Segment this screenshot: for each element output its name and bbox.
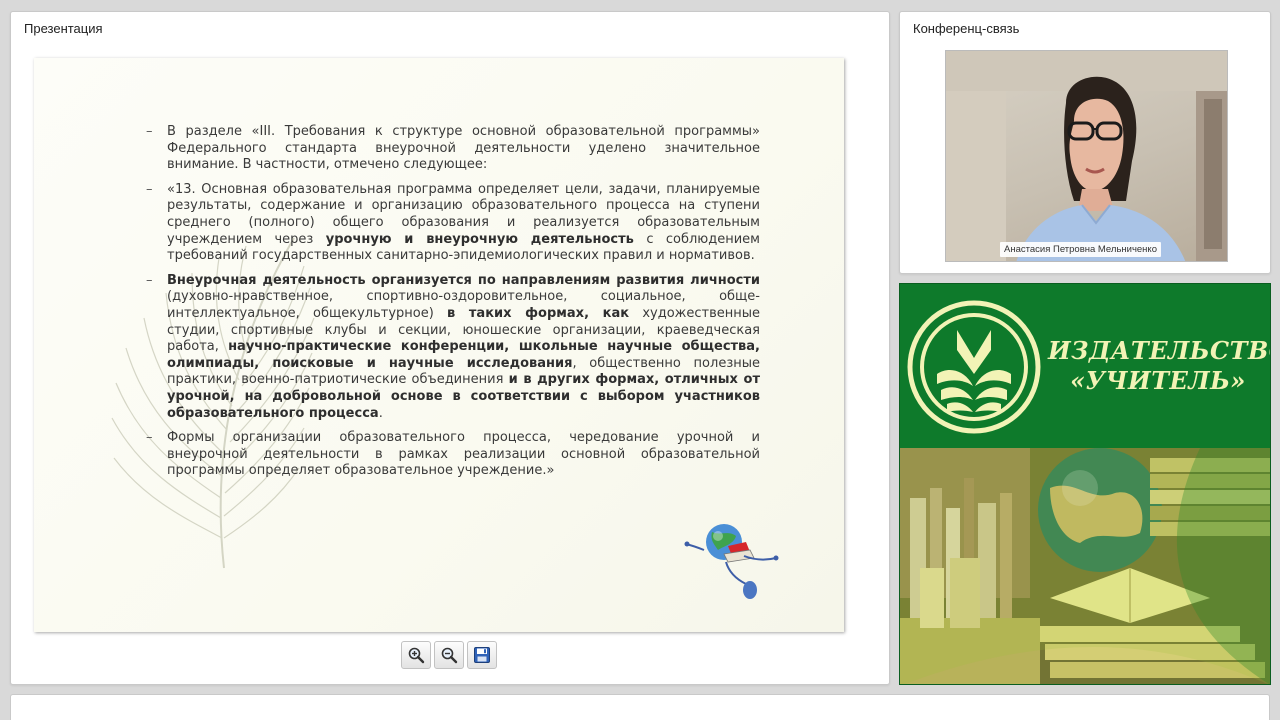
bottom-panel: [10, 694, 1270, 720]
publisher-name-line-2: «УЧИТЕЛЬ»: [1070, 366, 1246, 395]
slide-bullet-1: В разделе «III. Требования к структуре о…: [146, 124, 760, 174]
publisher-name-line-1: ИЗДАТЕЛЬСТВО: [1048, 336, 1271, 365]
zoom-in-icon: [408, 647, 425, 664]
presentation-panel-title: Презентация: [24, 21, 103, 36]
bullet-4-text: Формы организации образовательного проце…: [167, 430, 760, 479]
banner-header: ИЗДАТЕЛЬСТВО «УЧИТЕЛЬ»: [900, 284, 1271, 448]
webcam-person-image: [946, 51, 1227, 261]
publisher-name: ИЗДАТЕЛЬСТВО «УЧИТЕЛЬ»: [1048, 336, 1271, 396]
bullet-3-bold-a: Внеурочная деятельность организуется по …: [167, 272, 760, 288]
slide-text: В разделе «III. Требования к структуре о…: [146, 124, 760, 488]
books-and-globe-image: [900, 448, 1270, 684]
zoom-in-button[interactable]: [401, 641, 431, 669]
slide-bullet-2: «13. Основная образовательная программа …: [146, 182, 760, 265]
presentation-slide: В разделе «III. Требования к структуре о…: [34, 58, 844, 632]
save-icon: [474, 647, 490, 663]
publisher-banner[interactable]: ИЗДАТЕЛЬСТВО «УЧИТЕЛЬ»: [899, 283, 1271, 685]
save-button[interactable]: [467, 641, 497, 669]
bullet-2-bold-a: урочную и внеурочную деятельность: [325, 231, 634, 247]
webcam-video: Анастасия Петровна Мельниченко: [945, 50, 1228, 262]
slide-bullet-4: Формы организации образовательного проце…: [146, 430, 760, 480]
bullet-3-text-d: .: [378, 405, 383, 421]
slide-bullet-3: Внеурочная деятельность организуется по …: [146, 273, 760, 422]
conference-panel-title: Конференц-связь: [913, 21, 1020, 36]
bullet-1-text: В разделе «III. Требования к структуре о…: [167, 124, 760, 173]
globe-computer-icon: [684, 524, 779, 599]
conference-panel: Конференц-связь Анастасия Петровна Мельн…: [899, 11, 1271, 274]
zoom-toolbar: [401, 641, 497, 669]
zoom-out-icon: [441, 647, 458, 664]
participant-name-label: Анастасия Петровна Мельниченко: [1000, 242, 1161, 257]
publisher-logo-icon: [907, 300, 1041, 434]
bullet-3-bold-b: в таких формах, как: [447, 305, 630, 321]
presentation-panel: Презентация – В разделе «III. Требования…: [10, 11, 890, 685]
zoom-out-button[interactable]: [434, 641, 464, 669]
